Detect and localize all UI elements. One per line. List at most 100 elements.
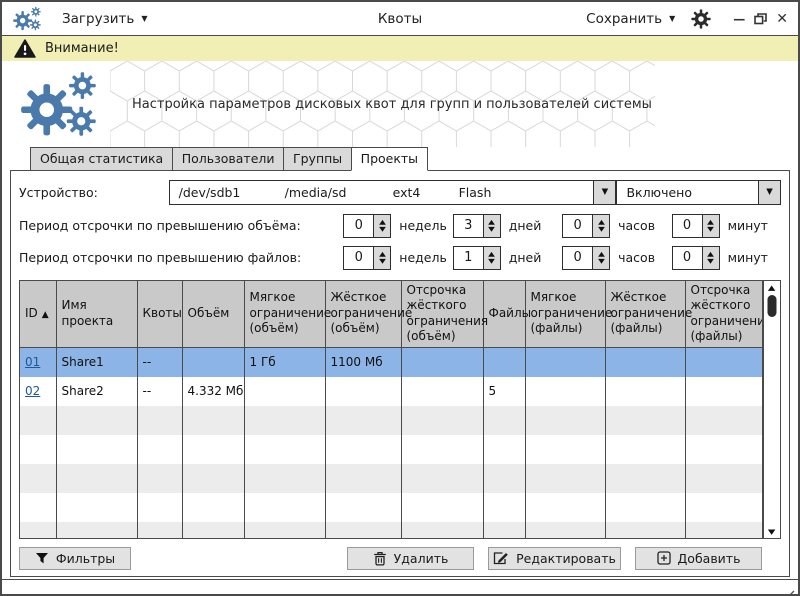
spinner-value[interactable]: 0 <box>673 247 702 269</box>
spinner-arrows[interactable]: ▲ ▼ <box>702 215 719 237</box>
spin-down-icon[interactable]: ▼ <box>379 226 386 233</box>
settings-gear-icon[interactable] <box>691 9 711 29</box>
load-menu-label: Загрузить <box>62 11 134 27</box>
column-header-soft-volume[interactable]: Мягкое ограничение (объём) <box>244 281 325 348</box>
empty-cell <box>325 493 401 522</box>
cell-files[interactable] <box>483 347 525 377</box>
files-hours-spinner[interactable]: 0 ▲ ▼ <box>562 246 610 270</box>
column-header-quotas[interactable]: Квоты <box>137 281 182 348</box>
scrollbar-track[interactable] <box>764 294 780 525</box>
cell-id[interactable]: 01 <box>20 347 56 377</box>
spinner-arrows[interactable]: ▲ ▼ <box>373 215 390 237</box>
column-header-soft-files[interactable]: Мягкое ограничение (файлы) <box>525 281 605 348</box>
volume-weeks-spinner[interactable]: 0 ▲ ▼ <box>343 214 391 238</box>
spinner-arrows[interactable]: ▲ ▼ <box>592 247 609 269</box>
scroll-up-icon[interactable]: ▲ <box>768 281 776 294</box>
cell-soft-files[interactable] <box>525 377 605 406</box>
cell-quotas[interactable]: -- <box>137 377 182 406</box>
add-button[interactable]: Добавить <box>635 547 762 570</box>
tab-users[interactable]: Пользователи <box>172 147 285 171</box>
device-dropdown-button[interactable]: ▼ <box>593 181 615 204</box>
cell-hard-volume[interactable] <box>325 377 401 406</box>
cell-volume[interactable] <box>182 347 244 377</box>
close-button[interactable]: ✕ <box>776 11 788 27</box>
cell-files[interactable]: 5 <box>483 377 525 406</box>
table-row-empty <box>20 435 763 464</box>
volume-hours-spinner[interactable]: 0 ▲ ▼ <box>562 214 610 238</box>
project-id-link[interactable]: 02 <box>25 384 40 398</box>
spin-down-icon[interactable]: ▼ <box>598 226 605 233</box>
load-menu-button[interactable]: Загрузить ▼ <box>62 11 148 27</box>
maximize-button[interactable] <box>754 13 767 25</box>
project-id-link[interactable]: 01 <box>25 355 40 369</box>
resize-grip-icon[interactable] <box>781 587 795 596</box>
cell-hard-files[interactable] <box>605 377 685 406</box>
cell-name[interactable]: Share1 <box>56 347 137 377</box>
cell-name[interactable]: Share2 <box>56 377 137 406</box>
filters-button[interactable]: Фильтры <box>19 547 131 570</box>
tab-general-statistics[interactable]: Общая статистика <box>30 147 173 171</box>
cell-quotas[interactable]: -- <box>137 347 182 377</box>
table-row[interactable]: 01 Share1 -- 1 Гб 1100 Мб <box>20 347 763 377</box>
spin-down-icon[interactable]: ▼ <box>707 258 714 265</box>
column-header-grace-volume[interactable]: Отсрочка жёсткого ограничения (объём) <box>401 281 483 348</box>
delete-button[interactable]: Удалить <box>347 547 474 570</box>
tab-projects[interactable]: Проекты <box>351 147 428 171</box>
scrollbar-thumb[interactable] <box>768 295 777 317</box>
files-minutes-spinner[interactable]: 0 ▲ ▼ <box>672 246 720 270</box>
filters-button-label: Фильтры <box>56 551 115 566</box>
quota-status-select[interactable]: Включено ▼ <box>616 180 781 205</box>
device-select[interactable]: /dev/sdb1 /media/sd ext4 Flash ▼ <box>169 180 617 205</box>
spinner-arrows[interactable]: ▲ ▼ <box>483 215 500 237</box>
table-area: ID▲ Имя проекта Квоты Объём Мягкое огран… <box>19 280 781 539</box>
cell-hard-files[interactable] <box>605 347 685 377</box>
volume-days-spinner[interactable]: 3 ▲ ▼ <box>453 214 501 238</box>
cell-grace-files[interactable] <box>685 377 763 406</box>
spin-down-icon[interactable]: ▼ <box>488 226 495 233</box>
files-weeks-spinner[interactable]: 0 ▲ ▼ <box>343 246 391 270</box>
cell-soft-files[interactable] <box>525 347 605 377</box>
spinner-arrows[interactable]: ▲ ▼ <box>702 247 719 269</box>
files-days-spinner[interactable]: 1 ▲ ▼ <box>453 246 501 270</box>
scroll-down-icon[interactable]: ▼ <box>768 525 776 538</box>
spinner-arrows[interactable]: ▲ ▼ <box>483 247 500 269</box>
tab-groups[interactable]: Группы <box>283 147 352 171</box>
spin-down-icon[interactable]: ▼ <box>598 258 605 265</box>
status-dropdown-button[interactable]: ▼ <box>758 181 780 204</box>
spin-down-icon[interactable]: ▼ <box>488 258 495 265</box>
edit-button[interactable]: Редактировать <box>488 547 621 570</box>
spinner-value[interactable]: 0 <box>563 247 592 269</box>
empty-cell <box>401 493 483 522</box>
volume-minutes-spinner[interactable]: 0 ▲ ▼ <box>672 214 720 238</box>
save-menu-button[interactable]: Сохранить ▼ <box>586 11 675 27</box>
spinner-arrows[interactable]: ▲ ▼ <box>373 247 390 269</box>
cell-soft-volume[interactable]: 1 Гб <box>244 347 325 377</box>
column-header-hard-files[interactable]: Жёсткое ограничение (файлы) <box>605 281 685 348</box>
column-header-name[interactable]: Имя проекта <box>56 281 137 348</box>
spin-down-icon[interactable]: ▼ <box>707 226 714 233</box>
spinner-value[interactable]: 0 <box>344 247 373 269</box>
cell-soft-volume[interactable] <box>244 377 325 406</box>
column-header-hard-volume[interactable]: Жёсткое ограничение (объём) <box>325 281 401 348</box>
cell-grace-volume[interactable] <box>401 347 483 377</box>
minimize-button[interactable]: — <box>733 12 745 26</box>
spinner-arrows[interactable]: ▲ ▼ <box>592 215 609 237</box>
column-header-id[interactable]: ID▲ <box>20 281 56 348</box>
spinner-value[interactable]: 3 <box>454 215 483 237</box>
column-header-files[interactable]: Файлы <box>483 281 525 348</box>
spin-down-icon[interactable]: ▼ <box>379 258 386 265</box>
spinner-value[interactable]: 0 <box>673 215 702 237</box>
column-header-volume[interactable]: Объём <box>182 281 244 348</box>
vertical-scrollbar[interactable]: ▲ ▼ <box>763 280 781 539</box>
column-header-grace-files[interactable]: Отсрочка жёсткого ограничения (файлы) <box>685 281 763 348</box>
spinner-value[interactable]: 0 <box>344 215 373 237</box>
cell-grace-volume[interactable] <box>401 377 483 406</box>
spinner-value[interactable]: 0 <box>563 215 592 237</box>
spinner-value[interactable]: 1 <box>454 247 483 269</box>
cell-id[interactable]: 02 <box>20 377 56 406</box>
cell-grace-files[interactable] <box>685 347 763 377</box>
cell-hard-volume[interactable]: 1100 Мб <box>325 347 401 377</box>
table-row[interactable]: 02 Share2 -- 4.332 Мб 5 <box>20 377 763 406</box>
cell-volume[interactable]: 4.332 Мб <box>182 377 244 406</box>
device-mountpoint: /media/sd <box>276 181 384 204</box>
